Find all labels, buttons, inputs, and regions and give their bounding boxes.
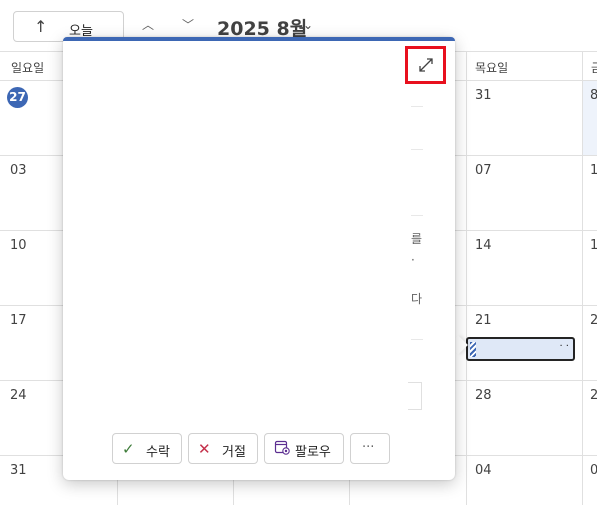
day-number[interactable]: 1 [590,238,597,253]
tentative-hatch-marker [470,342,476,357]
month-dropdown-chevron-icon[interactable]: ⌄ [303,18,313,32]
expand-button[interactable] [405,46,446,84]
chevron-up-icon: ︿ [141,18,154,32]
arrow-up-icon: ↑ [34,17,48,36]
decline-button[interactable]: ✕ 거절 [188,433,258,464]
day-number[interactable]: 10 [10,238,27,253]
more-options-button[interactable]: ··· [350,433,390,464]
accept-label: 수락 [146,445,170,460]
weekday-header-sunday: 일요일 [11,61,45,75]
previous-month-button[interactable]: ︿ [137,14,159,36]
calendar-follow-icon [274,439,290,459]
x-icon: ✕ [198,440,211,458]
follow-button[interactable]: 팔로우 [264,433,344,464]
content-divider [411,215,423,216]
expand-diagonal-icon [419,58,433,72]
day-number[interactable]: 21 [475,313,492,328]
partial-text: 다 [411,292,423,306]
day-number[interactable]: 14 [475,238,492,253]
accept-button[interactable]: ✓ 수락 [112,433,182,464]
day-number[interactable]: 2 [590,388,597,403]
event-overflow-dots: · · [559,341,569,352]
day-number[interactable]: 24 [10,388,27,403]
chevron-down-icon: ﹀ [181,18,194,32]
day-number[interactable]: 28 [475,388,492,403]
follow-label: 팔로우 [295,445,331,460]
day-number[interactable]: 04 [475,463,492,478]
day-number[interactable]: 0 [590,463,597,478]
day-number[interactable]: 8 [590,88,597,103]
event-peek-popup: 를 · 다 ✓ 수락 ✕ 거절 팔로우 ··· [63,37,455,480]
weekday-header-thursday: 목요일 [475,61,509,75]
partial-text: · [411,253,415,267]
partial-text: 를 [411,232,423,246]
today-date-badge[interactable]: 27 [7,87,28,108]
content-divider [411,149,423,150]
next-month-button[interactable]: ﹀ [177,14,199,36]
day-number[interactable]: 17 [10,313,27,328]
check-icon: ✓ [122,440,135,458]
day-number[interactable]: 31 [10,463,27,478]
partial-field [408,382,422,410]
decline-label: 거절 [222,445,246,460]
day-number[interactable]: 1 [590,163,597,178]
selected-event-chip[interactable]: · · [466,337,575,361]
day-number[interactable]: 31 [475,88,492,103]
day-number[interactable]: 03 [10,163,27,178]
day-number[interactable]: 2 [590,313,597,328]
weekday-header-friday: 금 [591,61,597,75]
day-number[interactable]: 07 [475,163,492,178]
content-divider [411,339,423,340]
column-divider [466,51,467,505]
more-options-icon: ··· [362,440,375,455]
popup-accent-bar [63,37,455,41]
content-divider [411,106,423,107]
